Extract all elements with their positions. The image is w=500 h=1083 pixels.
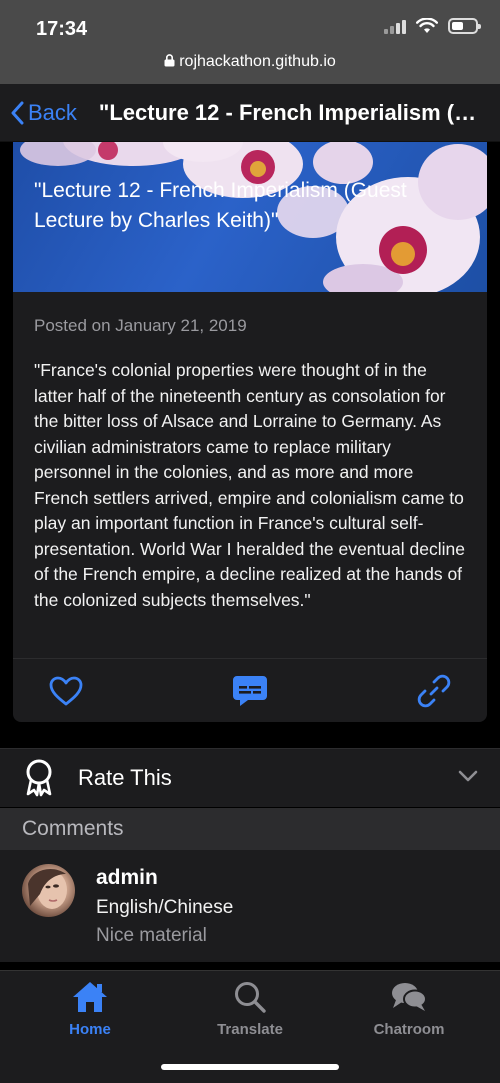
back-label: Back <box>28 99 77 125</box>
comment-text: Nice material <box>96 925 207 946</box>
tab-translate-label: Translate <box>217 1021 283 1038</box>
award-ribbon-icon <box>26 759 52 797</box>
post-card: "Lecture 12 - French Imperialism (Guest … <box>13 142 487 722</box>
lock-icon <box>164 54 175 67</box>
chevron-down-icon[interactable] <box>458 769 478 783</box>
comment-icon[interactable] <box>232 674 268 708</box>
url-text: rojhackathon.github.io <box>179 53 336 70</box>
post-actions <box>13 658 487 722</box>
tab-home-label: Home <box>69 1021 111 1038</box>
wifi-icon <box>416 18 438 33</box>
comment-item: admin English/Chinese Nice material <box>0 850 500 962</box>
heart-icon[interactable] <box>49 676 83 706</box>
post-date: Posted on January 21, 2019 <box>34 316 247 335</box>
search-icon <box>235 982 266 1013</box>
comment-author: admin <box>96 866 158 889</box>
home-indicator[interactable] <box>161 1064 339 1070</box>
cellular-signal-icon <box>384 18 406 34</box>
link-icon[interactable] <box>417 674 451 708</box>
chat-icon <box>392 983 427 1011</box>
battery-icon <box>448 18 481 34</box>
tab-translate[interactable]: Translate <box>190 979 310 1038</box>
comment-language: English/Chinese <box>96 897 234 918</box>
page-title: "Lecture 12 - French Imperialism (Guest … <box>98 99 479 125</box>
rate-this-row[interactable]: Rate This <box>0 748 500 807</box>
navigation-bar: Back "Lecture 12 - French Imperialism (G… <box>0 84 500 142</box>
rate-this-label: Rate This <box>78 765 172 790</box>
status-icons <box>384 18 481 34</box>
post-body: "France's colonial properties were thoug… <box>34 360 465 610</box>
status-bar: 17:34 rojhackathon.github.io <box>0 0 500 84</box>
avatar <box>22 864 75 917</box>
chevron-left-icon <box>11 101 24 124</box>
tab-chatroom-label: Chatroom <box>373 1021 445 1038</box>
home-icon <box>73 982 107 1012</box>
address-bar[interactable]: rojhackathon.github.io <box>0 53 500 71</box>
tab-chatroom[interactable]: Chatroom <box>349 979 469 1038</box>
back-button[interactable]: Back <box>0 100 77 126</box>
post-hero-image: "Lecture 12 - French Imperialism (Guest … <box>13 142 487 292</box>
tab-home[interactable]: Home <box>30 979 150 1038</box>
status-time: 17:34 <box>36 18 88 40</box>
comments-header: Comments <box>0 808 500 850</box>
post-hero-title: "Lecture 12 - French Imperialism (Guest … <box>34 179 407 232</box>
